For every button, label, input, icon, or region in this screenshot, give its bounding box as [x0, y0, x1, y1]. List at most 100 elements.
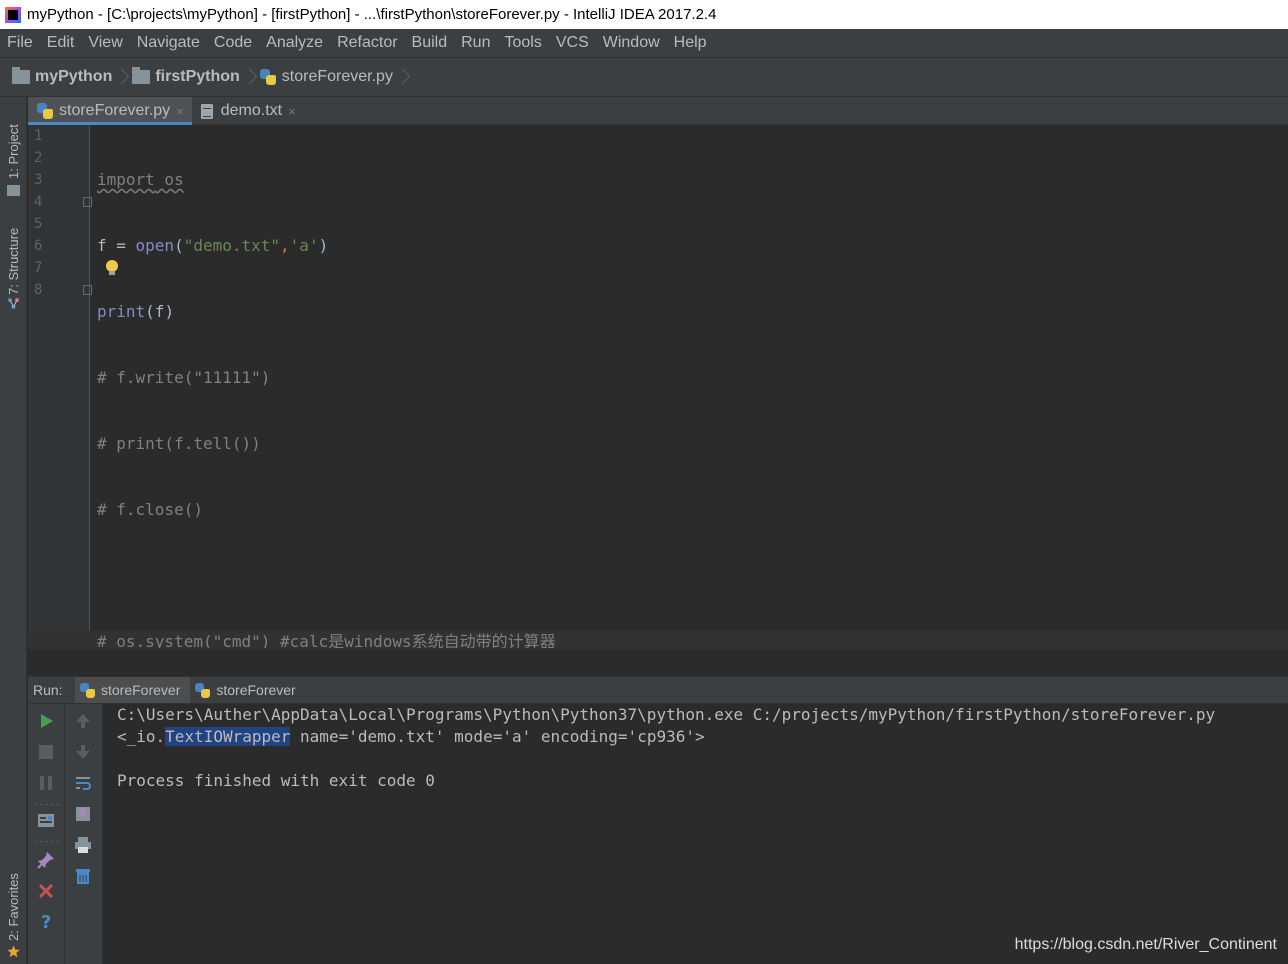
close-icon[interactable]: × [176, 104, 184, 119]
rerun-play-icon[interactable] [37, 712, 55, 730]
svg-text:?: ? [41, 912, 51, 930]
editor-run-divider[interactable] [28, 648, 1288, 676]
run-toolbar-secondary [65, 704, 103, 964]
console-text: name='demo.txt' mode='a' encoding='cp936… [290, 727, 705, 746]
python-run-icon [195, 682, 211, 698]
pause-icon[interactable] [37, 774, 55, 792]
line-number: 6 [34, 238, 43, 254]
line-number: 8 [34, 282, 43, 298]
code-token: ) [318, 236, 329, 255]
breadcrumb-label: myPython [35, 68, 113, 85]
line-number: 3 [34, 172, 43, 188]
code-token: f = [97, 236, 136, 255]
run-console-output[interactable]: C:\Users\Auther\AppData\Local\Programs\P… [103, 704, 1288, 964]
title-bar: myPython - [C:\projects\myPython] - [fir… [0, 0, 1288, 29]
menu-run[interactable]: Run [454, 29, 497, 57]
star-icon [7, 945, 20, 958]
code-token: ( [174, 236, 184, 255]
trash-icon[interactable] [74, 867, 92, 885]
menu-tools[interactable]: Tools [497, 29, 548, 57]
line-number: 2 [34, 150, 43, 166]
run-toolbar-primary: ? [28, 704, 65, 964]
menu-analyze[interactable]: Analyze [259, 29, 330, 57]
line-number: 1 [34, 128, 43, 144]
menu-refactor[interactable]: Refactor [330, 29, 404, 57]
lightbulb-icon[interactable] [106, 260, 118, 276]
menu-view[interactable]: View [81, 29, 129, 57]
tab-label: demo.txt [220, 102, 283, 119]
code-token: 'a' [289, 236, 319, 255]
tab-storeforever-py[interactable]: storeForever.py × [28, 97, 192, 125]
code-token: open [135, 236, 175, 255]
code-line-6: # f.close() [97, 500, 203, 519]
stop-icon[interactable] [37, 743, 55, 761]
menu-file[interactable]: File [0, 29, 40, 57]
close-icon[interactable]: × [288, 104, 296, 119]
breadcrumb: myPython firstPython storeForever.py [0, 57, 1288, 97]
tab-demo-txt[interactable]: demo.txt × [192, 97, 304, 125]
run-tab-label: storeForever [216, 682, 296, 698]
code-token: "demo.txt" [183, 236, 281, 255]
watermark: https://blog.csdn.net/River_Continent [1014, 936, 1277, 953]
line-number: 7 [34, 260, 43, 276]
code-line-4: # f.write("11111") [97, 368, 271, 387]
menu-build[interactable]: Build [405, 29, 455, 57]
structure-icon [8, 298, 19, 309]
chevron-right-icon [244, 63, 254, 91]
run-tab-1[interactable]: storeForever [75, 677, 191, 703]
print-icon[interactable] [74, 836, 92, 854]
menu-bar: File Edit View Navigate Code Analyze Ref… [0, 29, 1288, 57]
run-label: Run: [33, 682, 63, 698]
run-panel-header: Run: storeForever storeForever [28, 676, 1288, 704]
text-file-icon [200, 103, 213, 119]
code-token: , [280, 236, 290, 255]
python-file-icon [37, 103, 53, 119]
console-selection: TextIOWrapper [165, 727, 291, 746]
run-tab-2[interactable]: storeForever [190, 677, 305, 703]
python-run-icon [80, 682, 95, 698]
breadcrumb-file[interactable]: storeForever.py [259, 58, 413, 96]
breadcrumb-project[interactable]: myPython [12, 58, 132, 96]
tool-window-structure[interactable]: 7: Structure [0, 217, 27, 317]
intellij-logo-icon [5, 6, 21, 23]
tool-window-project[interactable]: 1: Project [0, 107, 27, 196]
arrow-down-icon[interactable] [74, 743, 92, 761]
scroll-to-end-icon[interactable] [74, 805, 92, 823]
arrow-up-icon[interactable] [74, 712, 92, 730]
tool-window-favorites[interactable]: 2: Favorites [0, 867, 27, 962]
breadcrumb-label: firstPython [155, 68, 240, 85]
menu-help[interactable]: Help [667, 29, 714, 57]
code-token: import [97, 170, 155, 189]
soft-wrap-icon[interactable] [74, 774, 92, 792]
code-token: print [97, 302, 146, 321]
close-run-icon[interactable] [37, 882, 55, 900]
breadcrumb-module[interactable]: firstPython [132, 58, 259, 96]
menu-window[interactable]: Window [596, 29, 667, 57]
menu-code[interactable]: Code [207, 29, 259, 57]
fold-start-icon[interactable] [83, 197, 92, 207]
code-token: os [154, 170, 184, 189]
run-tab-label: storeForever [101, 682, 181, 698]
tool-window-label: 1: Project [6, 124, 21, 179]
tool-window-label: 7: Structure [6, 227, 21, 295]
code-editor[interactable]: 1 2 3 4 5 6 7 8 import os f = open("demo… [28, 125, 1288, 653]
fold-end-icon[interactable] [83, 285, 92, 295]
console-text: <_io. [117, 727, 166, 746]
code-content[interactable]: import os f = open("demo.txt",'a') print… [28, 125, 1288, 697]
breadcrumb-label: storeForever.py [281, 68, 393, 85]
line-number: 4 [34, 194, 43, 210]
menu-navigate[interactable]: Navigate [130, 29, 207, 57]
chevron-right-icon [116, 63, 126, 91]
menu-vcs[interactable]: VCS [549, 29, 596, 57]
dump-threads-icon[interactable] [37, 812, 55, 830]
line-number: 5 [34, 216, 43, 232]
console-line: <_io.TextIOWrapper name='demo.txt' mode=… [117, 726, 1288, 748]
pin-icon[interactable] [37, 851, 55, 869]
tool-window-label: 2: Favorites [6, 873, 21, 941]
window-title: myPython - [C:\projects\myPython] - [fir… [27, 6, 717, 23]
menu-edit[interactable]: Edit [40, 29, 82, 57]
help-icon[interactable]: ? [37, 912, 55, 930]
python-file-icon [259, 69, 276, 85]
console-line: Process finished with exit code 0 [117, 771, 435, 790]
